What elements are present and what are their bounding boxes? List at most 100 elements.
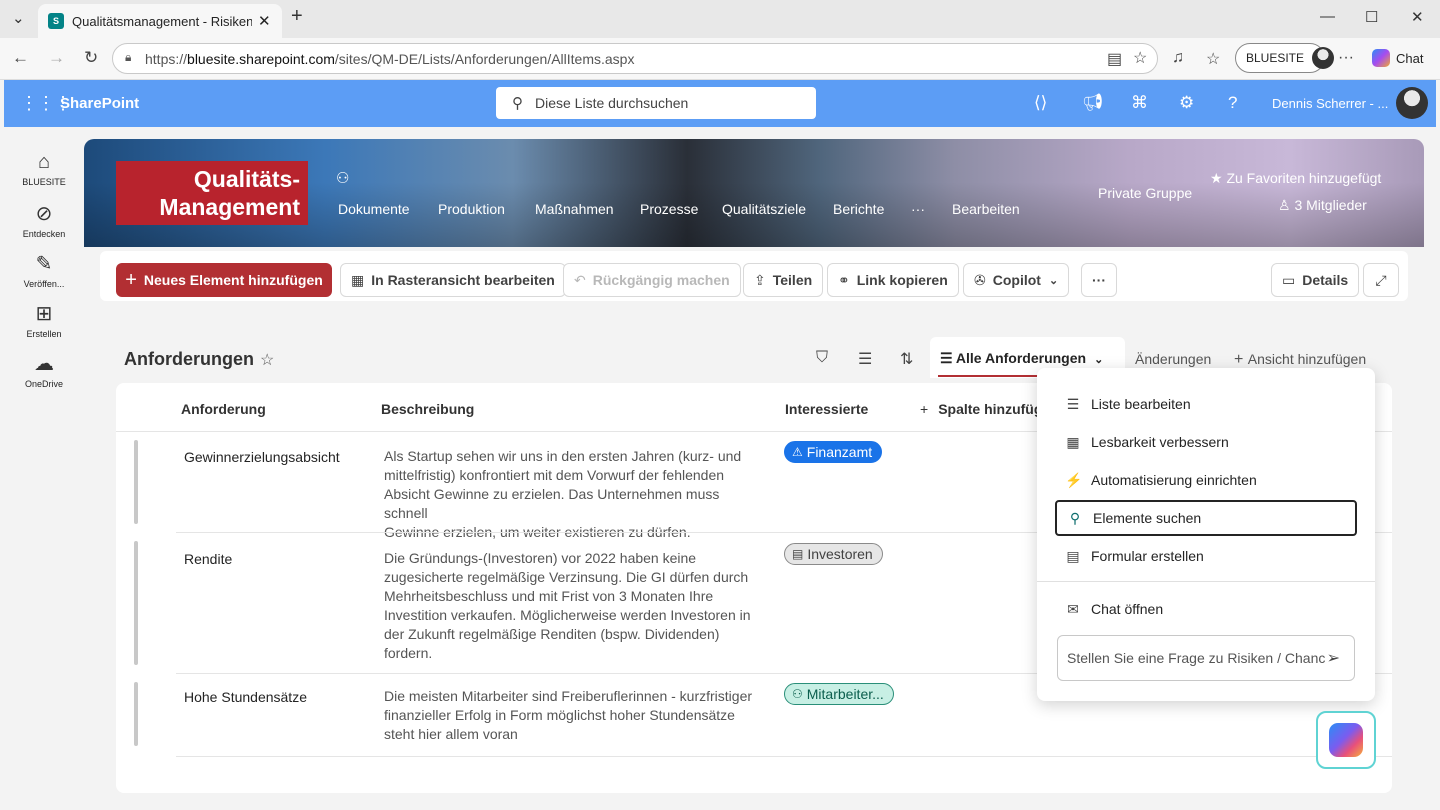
undo-icon: ↶ bbox=[574, 271, 586, 288]
add-column-button[interactable]: + Spalte hinzufüg bbox=[920, 401, 1042, 417]
app-name[interactable]: SharePoint bbox=[60, 95, 139, 112]
command-bar: + Neues Element hinzufügen ▦ In Rasterans… bbox=[100, 251, 1408, 301]
logo-line-1: Qualitäts- bbox=[193, 166, 300, 192]
menu-item-automation[interactable]: ⚡ Automatisierung einrichten bbox=[1055, 462, 1357, 498]
favorite-star-icon[interactable]: ☆ bbox=[1133, 48, 1147, 68]
cell-anforderung[interactable]: Gewinnerzielungsabsicht bbox=[184, 449, 340, 465]
copilot-chat-button[interactable]: Chat bbox=[1372, 49, 1423, 67]
browser-tab[interactable]: S Qualitätsmanagement - Risiken / C ✕ bbox=[38, 4, 282, 38]
minimize-icon[interactable]: — bbox=[1320, 8, 1335, 25]
desc-line: Als Startup sehen wir uns in den ersten … bbox=[384, 448, 742, 464]
ask-question-input[interactable]: Stellen Sie eine Frage zu Risiken / Chan… bbox=[1057, 635, 1355, 681]
menu-item-label: Elemente suchen bbox=[1093, 510, 1202, 526]
menu-item-readability[interactable]: ▦ Lesbarkeit verbessern bbox=[1055, 424, 1357, 460]
column-header-anforderung[interactable]: Anforderung bbox=[181, 401, 266, 417]
help-icon[interactable]: ? bbox=[1228, 93, 1237, 113]
more-actions-button[interactable]: ··· bbox=[1081, 263, 1117, 297]
view-options-menu: ☰ Liste bearbeiten ▦ Lesbarkeit verbessern… bbox=[1037, 368, 1375, 701]
add-view-button[interactable]: + Ansicht hinzufügen bbox=[1234, 351, 1366, 369]
favorite-list-star-icon[interactable]: ☆ bbox=[260, 350, 274, 370]
send-icon[interactable]: ➢ bbox=[1327, 648, 1340, 668]
desc-line: zugesicherte regelmäßige Verzinsung. Die… bbox=[384, 569, 749, 585]
reload-icon[interactable]: ↻ bbox=[84, 48, 98, 68]
filter-icon[interactable]: ⛉ bbox=[816, 349, 828, 367]
copy-link-button[interactable]: ⚭ Link kopieren bbox=[827, 263, 959, 297]
rail-label: BLUESITE bbox=[22, 177, 66, 187]
more-icon[interactable]: ··· bbox=[1338, 49, 1354, 67]
menu-item-edit-list[interactable]: ☰ Liste bearbeiten bbox=[1055, 386, 1357, 422]
share-button[interactable]: ⇪ Teilen bbox=[743, 263, 824, 297]
cell-anforderung[interactable]: Hohe Stundensätze bbox=[184, 689, 307, 705]
sort-icon[interactable]: ⇅ bbox=[900, 349, 913, 369]
nav-edit-link[interactable]: Bearbeiten bbox=[952, 201, 1020, 217]
connections-icon[interactable]: ⌘ bbox=[1131, 93, 1148, 113]
plus-icon: + bbox=[920, 401, 929, 417]
list-icon: ☰ bbox=[1066, 395, 1080, 412]
menu-item-open-chat[interactable]: ✉ Chat öffnen bbox=[1055, 591, 1357, 627]
forward-icon[interactable]: → bbox=[48, 48, 65, 68]
view-tab-changes[interactable]: Änderungen bbox=[1135, 351, 1211, 367]
column-header-interessierte[interactable]: Interessierte bbox=[785, 401, 868, 417]
user-name[interactable]: Dennis Scherrer - ... bbox=[1272, 96, 1388, 111]
row-selector[interactable] bbox=[134, 440, 138, 524]
media-icon[interactable]: ♫ bbox=[1172, 49, 1184, 67]
rail-item-publish[interactable]: ✎ Veröffen... bbox=[4, 251, 84, 289]
favorite-button[interactable]: ★ Zu Favoriten hinzugefügt bbox=[1210, 170, 1381, 187]
desc-line: der Zukunft regelmäßige Renditen (bspw. … bbox=[384, 626, 720, 642]
url-field[interactable]: 🔒︎ https://bluesite.sharepoint.com/sites… bbox=[112, 43, 1158, 74]
back-icon[interactable]: ← bbox=[12, 48, 29, 68]
column-header-beschreibung[interactable]: Beschreibung bbox=[381, 401, 474, 417]
new-item-button[interactable]: + Neues Element hinzufügen bbox=[116, 263, 332, 297]
search-input[interactable]: ⚲ Diese Liste durchsuchen bbox=[496, 87, 816, 119]
grid-edit-button[interactable]: ▦ In Rasteransicht bearbeiten bbox=[340, 263, 566, 297]
group-by-icon[interactable]: ☰ bbox=[858, 349, 872, 369]
row-selector[interactable] bbox=[134, 682, 138, 746]
settings-gear-icon[interactable]: ⚙ bbox=[1179, 93, 1194, 113]
nav-item-massnahmen[interactable]: Maßnahmen bbox=[535, 201, 614, 217]
rail-item-home[interactable]: ⌂ BLUESITE bbox=[4, 151, 84, 187]
rail-item-discover[interactable]: ⊘ Entdecken bbox=[4, 201, 84, 239]
megaphone-icon[interactable]: 📢︎ bbox=[1082, 93, 1104, 113]
group-type: Private Gruppe bbox=[1098, 185, 1193, 201]
nav-item-qualitaetsziele[interactable]: Qualitätsziele bbox=[722, 201, 806, 217]
tag-pill-finanzamt[interactable]: ⚠ Finanzamt bbox=[784, 441, 883, 463]
menu-item-label: Chat öffnen bbox=[1091, 601, 1164, 617]
site-header: Qualitäts- Management ⚇ Dokumente Produk… bbox=[84, 139, 1424, 247]
tag-label: Investoren bbox=[807, 546, 873, 562]
cell-beschreibung: Als Startup sehen wir uns in den ersten … bbox=[384, 447, 764, 542]
site-logo[interactable]: Qualitäts- Management bbox=[116, 161, 308, 225]
profile-button[interactable]: BLUESITE bbox=[1235, 43, 1335, 73]
code-icon[interactable]: ⟨⟩ bbox=[1034, 93, 1047, 113]
tab-actions-chevron-icon[interactable]: ⌄ bbox=[12, 9, 25, 27]
undo-button[interactable]: ↶ Rückgängig machen bbox=[563, 263, 741, 297]
window-close-icon[interactable]: ✕ bbox=[1411, 8, 1424, 26]
rail-item-create[interactable]: ⊞ Erstellen bbox=[4, 301, 84, 339]
desc-line: Absicht Gewinne zu erzielen. Das Unterne… bbox=[384, 486, 720, 521]
cell-anforderung[interactable]: Rendite bbox=[184, 551, 232, 567]
copilot-floating-button[interactable] bbox=[1316, 711, 1376, 769]
url-host: bluesite.sharepoint.com bbox=[187, 50, 335, 67]
tag-pill-investoren[interactable]: ▤ Investoren bbox=[784, 543, 883, 565]
nav-item-produktion[interactable]: Produktion bbox=[438, 201, 505, 217]
members-button[interactable]: ♙ 3 Mitglieder bbox=[1278, 197, 1367, 214]
tab-close-icon[interactable]: ✕ bbox=[258, 12, 271, 30]
favorites-icon[interactable]: ☆ bbox=[1206, 49, 1220, 69]
tag-pill-mitarbeiter[interactable]: ⚇ Mitarbeiter... bbox=[784, 683, 894, 705]
maximize-icon[interactable]: ☐ bbox=[1365, 8, 1378, 26]
nav-more-button[interactable]: ··· bbox=[911, 201, 925, 217]
nav-item-dokumente[interactable]: Dokumente bbox=[338, 201, 410, 217]
teams-icon[interactable]: ⚇ bbox=[336, 169, 349, 187]
new-tab-icon[interactable]: + bbox=[291, 5, 303, 28]
details-button[interactable]: ▭ Details bbox=[1271, 263, 1360, 297]
menu-item-search-items[interactable]: ⚲ Elemente suchen bbox=[1055, 500, 1357, 536]
undo-label: Rückgängig machen bbox=[592, 272, 730, 288]
user-avatar[interactable] bbox=[1396, 87, 1428, 119]
rail-item-onedrive[interactable]: ☁ OneDrive bbox=[4, 351, 84, 389]
copilot-button[interactable]: ✇ Copilot ⌄ bbox=[963, 263, 1070, 297]
row-selector[interactable] bbox=[134, 541, 138, 665]
menu-item-create-form[interactable]: ▤ Formular erstellen bbox=[1055, 538, 1357, 574]
reader-view-icon[interactable]: ▤ bbox=[1107, 49, 1122, 69]
nav-item-prozesse[interactable]: Prozesse bbox=[640, 201, 698, 217]
expand-icon[interactable]: ⤢ bbox=[1363, 263, 1399, 297]
nav-item-berichte[interactable]: Berichte bbox=[833, 201, 884, 217]
